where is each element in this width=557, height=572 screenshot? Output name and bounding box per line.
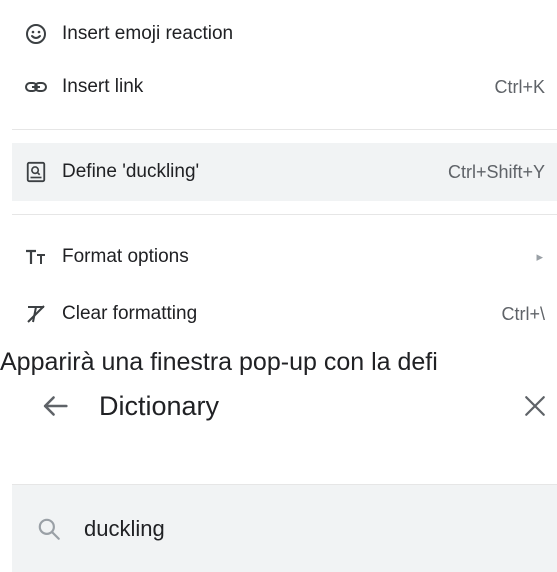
- menu-item-clear-formatting[interactable]: Clear formatting Ctrl+\: [12, 296, 557, 332]
- dictionary-search-field[interactable]: duckling: [12, 485, 557, 572]
- menu-item-insert-emoji-reaction[interactable]: Insert emoji reaction: [12, 16, 557, 52]
- menu-item-label: Insert link: [62, 76, 144, 97]
- search-input-value[interactable]: duckling: [84, 516, 165, 542]
- menu-item-format-options[interactable]: Format options ▸: [12, 239, 557, 275]
- back-arrow-icon[interactable]: [38, 389, 72, 423]
- menu-item-label: Format options: [62, 246, 189, 267]
- define-icon: [22, 158, 50, 186]
- menu-item-label: Define 'duckling': [62, 161, 200, 182]
- submenu-arrow-icon: ▸: [536, 249, 543, 264]
- menu-item-label: Clear formatting: [62, 303, 198, 324]
- dictionary-title: Dictionary: [99, 391, 220, 421]
- menu-item-shortcut: Ctrl+\: [501, 303, 545, 324]
- menu-item-shortcut: Ctrl+Shift+Y: [447, 161, 545, 182]
- emoji-icon: [22, 20, 50, 48]
- clear-formatting-icon: [22, 300, 50, 328]
- menu-divider: [12, 214, 557, 215]
- menu-item-shortcut: Ctrl+K: [494, 76, 545, 97]
- menu-item-insert-link[interactable]: Insert link Ctrl+K: [12, 69, 557, 105]
- menu-item-define[interactable]: Define 'duckling' Ctrl+Shift+Y: [12, 143, 557, 201]
- link-icon: [22, 73, 50, 101]
- close-icon[interactable]: [520, 391, 550, 421]
- dictionary-header: Dictionary: [0, 375, 557, 437]
- menu-item-label: Insert emoji reaction: [62, 23, 234, 44]
- context-menu: Insert emoji reaction Insert link Ctrl+K…: [0, 0, 557, 340]
- format-options-icon: [22, 243, 50, 271]
- menu-divider: [12, 129, 557, 130]
- search-icon: [36, 516, 62, 542]
